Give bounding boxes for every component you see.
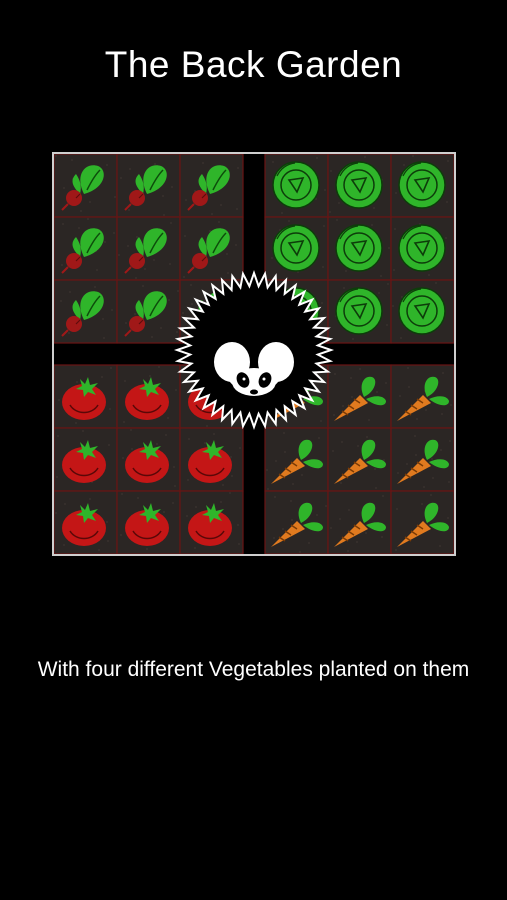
garden-cell-cabbage[interactable]: [390, 216, 454, 281]
garden-cell-carrot[interactable]: [327, 427, 392, 492]
garden-cell-beet[interactable]: [179, 216, 244, 281]
cabbage-icon: [272, 224, 320, 272]
garden-cell-cabbage[interactable]: [264, 154, 329, 218]
caption-text: With four different Vegetables planted o…: [37, 658, 470, 681]
cabbage-icon: [398, 161, 446, 209]
garden-cell-cabbage[interactable]: [390, 279, 454, 344]
garden-cell-tomato[interactable]: [116, 364, 181, 429]
garden-cell-cabbage[interactable]: [264, 216, 329, 281]
garden-cell-carrot[interactable]: [264, 427, 329, 492]
garden-cell-tomato[interactable]: [179, 490, 244, 554]
cabbage-icon: [272, 161, 320, 209]
garden-cell-carrot[interactable]: [390, 427, 454, 492]
garden-cell-carrot[interactable]: [327, 490, 392, 554]
garden-cell-carrot[interactable]: [264, 490, 329, 554]
cabbage-icon: [335, 287, 383, 335]
garden-board[interactable]: [52, 152, 456, 556]
cabbage-icon: [398, 287, 446, 335]
garden-cell-beet[interactable]: [116, 279, 181, 344]
garden-grid: [54, 154, 454, 554]
garden-cell-beet[interactable]: [116, 154, 181, 218]
garden-cell-tomato[interactable]: [54, 364, 118, 429]
garden-cell-cabbage[interactable]: [327, 154, 392, 218]
garden-cell-beet[interactable]: [179, 154, 244, 218]
garden-cell-tomato[interactable]: [179, 427, 244, 492]
cabbage-icon: [335, 161, 383, 209]
garden-cell-carrot[interactable]: [390, 490, 454, 554]
garden-cell-tomato[interactable]: [54, 490, 118, 554]
garden-cell-cabbage[interactable]: [327, 216, 392, 281]
cabbage-icon: [398, 224, 446, 272]
garden-cell-tomato[interactable]: [54, 427, 118, 492]
garden-cell-beet[interactable]: [54, 279, 118, 344]
garden-cell-cabbage[interactable]: [390, 154, 454, 218]
garden-cell-tomato[interactable]: [116, 427, 181, 492]
garden-cell-tomato[interactable]: [116, 490, 181, 554]
garden-cell-beet[interactable]: [116, 216, 181, 281]
screen-title: The Back Garden: [104, 44, 403, 85]
garden-cell-carrot[interactable]: [327, 364, 392, 429]
cabbage-icon: [335, 224, 383, 272]
garden-cell-carrot[interactable]: [390, 364, 454, 429]
garden-cell-beet[interactable]: [54, 154, 118, 218]
garden-cell-beet[interactable]: [54, 216, 118, 281]
garden-cell-cabbage[interactable]: [327, 279, 392, 344]
